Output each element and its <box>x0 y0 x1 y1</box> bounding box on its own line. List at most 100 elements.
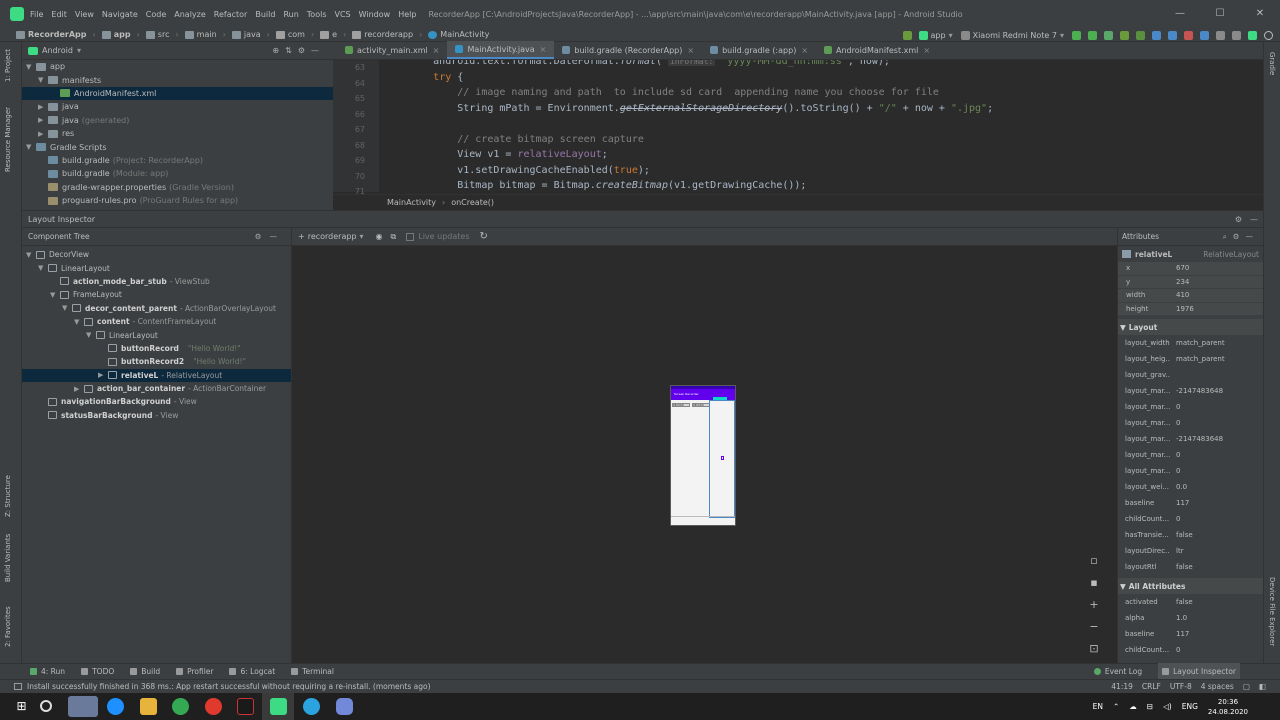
menu-tools[interactable]: Tools <box>307 10 327 19</box>
project-tree-item[interactable]: proguard-rules.pro (ProGuard Rules for ap… <box>22 194 333 207</box>
attribute-row[interactable]: childCount... 0 <box>1118 511 1263 527</box>
eye-icon[interactable]: ◉ <box>376 232 383 241</box>
zoom-in-icon[interactable]: + <box>1087 598 1101 612</box>
close-tab-icon[interactable]: × <box>801 46 808 55</box>
attributes-actions[interactable]: ⌕⚙— <box>1223 232 1259 242</box>
android-studio-taskbar-icon[interactable] <box>270 698 287 715</box>
attribute-row[interactable]: layout_mar... -2147483648 <box>1118 431 1263 447</box>
attribute-row[interactable]: childCount... 0 <box>1118 642 1263 658</box>
menu-navigate[interactable]: Navigate <box>102 10 138 19</box>
todo-tool-button[interactable]: TODO <box>81 667 114 676</box>
menu-run[interactable]: Run <box>283 10 298 19</box>
chevron-right-icon[interactable]: ▶ <box>38 103 48 111</box>
crumb-main[interactable]: main › <box>184 30 226 39</box>
cloud-icon[interactable]: ☁ <box>1129 702 1137 711</box>
close-tab-icon[interactable]: × <box>923 46 930 55</box>
favorites-tab[interactable]: 2: Favorites <box>4 606 12 647</box>
network-icon[interactable]: ⊟ <box>1147 702 1153 711</box>
gradle-tab[interactable]: Gradle <box>1268 52 1276 75</box>
crumb-com[interactable]: com › <box>275 30 314 39</box>
editor-tab[interactable]: AndroidManifest.xml × <box>816 41 938 59</box>
attribute-row[interactable]: layout_heig... match_parent <box>1118 351 1263 367</box>
chevron-down-icon[interactable]: ▼ <box>38 264 48 272</box>
component-tree-node[interactable]: ▼ LinearLayout <box>22 328 291 341</box>
telegram-icon[interactable] <box>303 698 320 715</box>
terminal-tool-button[interactable]: Terminal <box>291 667 334 676</box>
attribute-row[interactable]: layout_mar... 0 <box>1118 463 1263 479</box>
project-tree-item[interactable]: ▶ res <box>22 127 333 140</box>
attribute-row[interactable]: height 1976 <box>1118 302 1263 316</box>
component-tree-node[interactable]: ▶ action_bar_container - ActionBarContaine… <box>22 382 291 395</box>
tray-expand-icon[interactable]: ⌃ <box>1113 702 1119 711</box>
close-tab-icon[interactable]: × <box>540 45 547 54</box>
attribute-row[interactable]: layout_mar... 0 <box>1118 415 1263 431</box>
event-log-button[interactable]: Event Log <box>1093 667 1142 676</box>
layout-section-header[interactable]: ▼ Layout <box>1118 319 1263 335</box>
preview-button-record[interactable]: RECORD <box>672 403 690 407</box>
component-tree-node[interactable]: ▼ decor_content_parent - ActionBarOverlayL… <box>22 302 291 315</box>
zoom-out-icon[interactable]: − <box>1087 620 1101 634</box>
project-tree-item[interactable]: build.gradle (Module: app) <box>22 167 333 180</box>
component-tree-node[interactable]: ▼ LinearLayout <box>22 261 291 274</box>
debug-icon[interactable] <box>1120 30 1129 40</box>
crumb-app[interactable]: app › <box>101 30 140 39</box>
menu-file[interactable]: File <box>30 10 43 19</box>
device-preview[interactable]: Screen Recorder RECORD RECORD <box>670 385 736 526</box>
run-config-select[interactable]: app ▾ <box>918 30 953 40</box>
fit-screen-icon[interactable]: ⊡ <box>1087 642 1101 656</box>
attribute-row[interactable]: layoutDirec... ltr <box>1118 543 1263 559</box>
project-tree-item[interactable]: ▼ app <box>22 60 333 73</box>
apply-changes-icon[interactable] <box>1072 30 1081 40</box>
status-message[interactable]: Install successfully finished in 368 ms.… <box>27 682 431 691</box>
device-file-explorer-tab[interactable]: Device File Explorer <box>1268 577 1276 646</box>
process-select[interactable]: recorderapp <box>308 232 357 241</box>
component-tree-node[interactable]: buttonRecord "Hello World!" <box>22 342 291 355</box>
yandex-icon[interactable] <box>205 698 222 715</box>
chevron-down-icon[interactable]: ▼ <box>50 291 60 299</box>
live-updates-checkbox[interactable] <box>406 232 415 241</box>
editor-tab[interactable]: MainActivity.java × <box>447 41 555 59</box>
menu-window[interactable]: Window <box>359 10 391 19</box>
search-icon[interactable] <box>40 700 52 712</box>
file-encoding[interactable]: UTF-8 <box>1170 682 1192 691</box>
attribute-row[interactable]: hasTransie... false <box>1118 527 1263 543</box>
chevron-down-icon[interactable]: ▼ <box>26 63 36 71</box>
pan-icon[interactable]: ▫ <box>1087 554 1101 568</box>
all-attributes-section-header[interactable]: ▼ All Attributes <box>1118 578 1263 594</box>
breadcrumb-method[interactable]: onCreate() <box>451 198 494 207</box>
component-tree-node[interactable]: navigationBarBackground - View <box>22 395 291 408</box>
component-tree-node[interactable]: buttonRecord2 "Hello World!" <box>22 355 291 368</box>
attribute-row[interactable]: alpha 1.0 <box>1118 610 1263 626</box>
code-area[interactable]: android.text.format.DateFormat.format( i… <box>385 60 1255 192</box>
indent-setting[interactable]: 4 spaces <box>1201 682 1234 691</box>
chevron-down-icon[interactable]: ▼ <box>26 251 36 259</box>
clock[interactable]: 20:36 24.08.2020 <box>1208 697 1248 717</box>
search-icon[interactable] <box>1264 30 1273 40</box>
menu-help[interactable]: Help <box>398 10 416 19</box>
project-tree-item[interactable]: ▼ Gradle Scripts <box>22 140 333 153</box>
file-explorer-icon[interactable] <box>140 698 157 715</box>
layout-inspector-icon[interactable] <box>1248 30 1257 40</box>
attribute-row[interactable]: baseline 117 <box>1118 495 1263 511</box>
crumb-e[interactable]: e › <box>320 30 346 39</box>
component-tree-node[interactable]: ▼ content - ContentFrameLayout <box>22 315 291 328</box>
structure-tab[interactable]: Z: Structure <box>4 475 12 517</box>
close-tab-icon[interactable]: × <box>433 46 440 55</box>
lock-icon[interactable]: ▢ <box>1243 682 1250 691</box>
windows-start-icon[interactable]: ⊞ <box>13 698 30 715</box>
project-tree-item[interactable]: ▶ java <box>22 100 333 113</box>
coverage-icon[interactable] <box>1136 30 1145 40</box>
attribute-row[interactable]: layout_grav... <box>1118 367 1263 383</box>
line-separator[interactable]: CRLF <box>1142 682 1161 691</box>
menu-build[interactable]: Build <box>255 10 275 19</box>
attribute-row[interactable]: layout_width match_parent <box>1118 335 1263 351</box>
caret-position[interactable]: 41:19 <box>1111 682 1133 691</box>
editor-tab[interactable]: activity_main.xml × <box>337 41 447 59</box>
attribute-row[interactable]: layout_mar... 0 <box>1118 447 1263 463</box>
crumb-recorderapp[interactable]: recorderapp › <box>352 30 422 39</box>
crumb-mainactivity[interactable]: MainActivity <box>428 30 489 39</box>
project-tree-item[interactable]: gradle-wrapper.properties (Gradle Version… <box>22 181 333 194</box>
project-tree-item[interactable]: build.gradle (Project: RecorderApp) <box>22 154 333 167</box>
build-variants-tab[interactable]: Build Variants <box>4 534 12 582</box>
edge-browser-icon[interactable] <box>107 698 124 715</box>
